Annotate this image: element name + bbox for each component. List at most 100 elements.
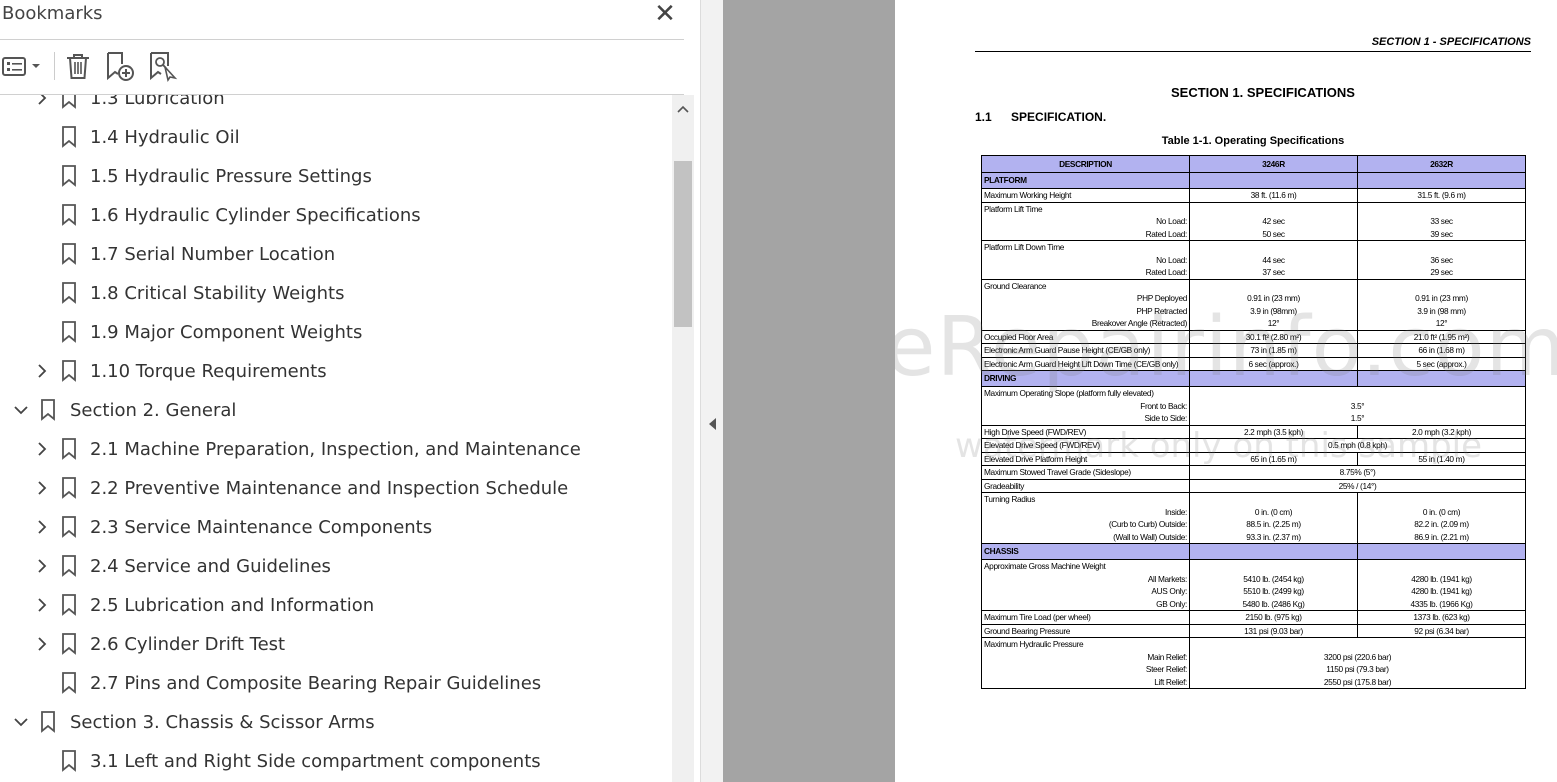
cell-line: Steer Relief: xyxy=(1145,664,1187,674)
bookmark-item[interactable]: 1.3 Lubrication xyxy=(0,95,672,118)
value-cell-3246r: 2.2 mph (3.5 kph) xyxy=(1189,424,1358,439)
bookmark-item[interactable]: 1.6 Hydraulic Cylinder Specifications xyxy=(0,196,672,235)
chevron-right-icon[interactable] xyxy=(33,95,51,107)
bookmark-item[interactable]: 1.8 Critical Stability Weights xyxy=(0,274,672,313)
bookmark-label: 2.6 Cylinder Drift Test xyxy=(90,634,286,655)
collapse-panel-button[interactable] xyxy=(707,416,719,432)
bookmark-icon xyxy=(61,750,77,772)
header-rule xyxy=(975,51,1531,52)
description-cell: Maximum Hydraulic Pressure Main Relief: St… xyxy=(981,637,1190,689)
scroll-up-button[interactable] xyxy=(672,101,694,117)
chevron-right-icon[interactable] xyxy=(33,596,51,614)
panel-splitter[interactable] xyxy=(700,0,723,782)
cell-line: Rated Load: xyxy=(1145,267,1188,277)
column-header: DESCRIPTION xyxy=(981,155,1190,173)
value-cell-2632r: 4280 lb. (1941 kg) 4280 lb. (1941 kg) 4335… xyxy=(1357,559,1526,611)
section-fill xyxy=(1189,370,1358,387)
cell-line: 39 sec xyxy=(1430,228,1453,239)
close-panel-button[interactable]: ✕ xyxy=(652,0,678,27)
cell-line: 30.1 ft² (2.80 m²) xyxy=(1245,331,1302,342)
chevron-right-icon[interactable] xyxy=(33,440,51,458)
find-bookmark-icon xyxy=(150,52,178,82)
value-cell-3246r: 2150 lb. (975 kg) xyxy=(1189,610,1358,625)
bookmark-item[interactable]: 2.4 Service and Guidelines xyxy=(0,547,672,586)
chevron-right-icon[interactable] xyxy=(33,479,51,497)
new-bookmark-button[interactable] xyxy=(104,50,136,82)
column-header: 2632R xyxy=(1357,155,1526,173)
cell-line: 6 sec (approx.) xyxy=(1248,358,1299,369)
cell-line: 82.2 in. (2.09 m) xyxy=(1414,519,1469,529)
bookmark-item[interactable]: 2.1 Machine Preparation, Inspection, and… xyxy=(0,430,672,469)
bookmark-item[interactable]: 1.10 Torque Requirements xyxy=(0,352,672,391)
description-cell: Ground Clearance PHP Deployed PHP Retracte… xyxy=(981,278,1190,331)
bookmark-item[interactable]: 2.7 Pins and Composite Bearing Repair Gu… xyxy=(0,664,672,703)
description-cell: Maximum Operating Slope (platform fully … xyxy=(981,386,1190,426)
description-text: Electronic Arm Guard Height Lift Down Ti… xyxy=(984,358,1179,369)
bookmark-item[interactable]: 2.2 Preventive Maintenance and Inspectio… xyxy=(0,469,672,508)
chevron-right-icon[interactable] xyxy=(33,635,51,653)
section-label: CHASSIS xyxy=(981,543,1190,560)
bookmark-item[interactable]: Section 2. General xyxy=(0,391,672,430)
value-cell-2632r: 21.0 ft² (1.95 m²) xyxy=(1357,329,1526,344)
bookmark-icon xyxy=(61,243,77,265)
options-menu-button[interactable] xyxy=(0,50,44,82)
table-row: Electronic Arm Guard Pause Height (CE/GB… xyxy=(981,343,1526,358)
description-cell: High Drive Speed (FWD/REV) xyxy=(981,424,1190,439)
bookmark-item[interactable]: 1.5 Hydraulic Pressure Settings xyxy=(0,157,672,196)
vertical-scrollbar[interactable] xyxy=(672,95,694,782)
value-cell-2632r: 66 in (1.68 m) xyxy=(1357,343,1526,358)
bookmark-item[interactable]: 2.5 Lubrication and Information xyxy=(0,586,672,625)
value-cell-3246r: 38 ft. (11.6 m) xyxy=(1189,188,1358,203)
bookmark-item[interactable]: 1.7 Serial Number Location xyxy=(0,235,672,274)
bookmark-item[interactable]: 1.4 Hydraulic Oil xyxy=(0,118,672,157)
description-text: Maximum Stowed Travel Grade (Sideslope) xyxy=(984,467,1131,477)
delete-bookmark-button[interactable] xyxy=(62,50,94,82)
bookmark-icon xyxy=(40,399,56,421)
panel-title: Bookmarks xyxy=(2,3,103,24)
chevron-down-icon[interactable] xyxy=(12,713,30,731)
bookmark-icon xyxy=(61,321,77,343)
bookmark-item[interactable]: Section 3. Chassis & Scissor Arms xyxy=(0,703,672,742)
bookmark-label: 1.6 Hydraulic Cylinder Specifications xyxy=(90,205,421,226)
value-cell-3246r: 30.1 ft² (2.80 m²) xyxy=(1189,329,1358,344)
chevron-right-icon[interactable] xyxy=(33,518,51,536)
cell-line: 3.9 in (98 mm) xyxy=(1417,305,1466,316)
cell-line: 66 in (1.68 m) xyxy=(1418,345,1465,355)
description-cell: Elevated Drive Speed (FWD/REV) xyxy=(981,438,1190,453)
section-fill xyxy=(1189,543,1358,560)
cell-line: 5510 lb. (2499 kg) xyxy=(1243,586,1304,596)
trash-icon xyxy=(67,54,89,79)
cell-line: 31.5 ft. (9.6 m) xyxy=(1417,190,1466,200)
table-row: Platform Lift Down Time No Load: Rated Loa… xyxy=(981,240,1526,280)
value-cell-3246r: 0.91 in (23 mm) 3.9 in (98mm) 12° xyxy=(1189,278,1358,331)
scroll-thumb[interactable] xyxy=(674,161,692,327)
cell-line: 29 sec xyxy=(1430,267,1453,277)
bookmark-icon xyxy=(40,711,56,733)
bookmark-icon xyxy=(61,204,77,226)
bookmark-item[interactable]: 2.3 Service Maintenance Components xyxy=(0,508,672,547)
running-head: SECTION 1 - SPECIFICATIONS xyxy=(1371,36,1531,48)
chevron-right-icon[interactable] xyxy=(33,557,51,575)
bookmark-item[interactable]: 3.1 Left and Right Side compartment comp… xyxy=(0,742,672,781)
section-label: DRIVING xyxy=(981,370,1190,387)
bookmark-item[interactable]: 1.9 Major Component Weights xyxy=(0,313,672,352)
table-row: Electronic Arm Guard Height Lift Down Ti… xyxy=(981,356,1526,371)
value-cell-merged: 3200 psi (220.6 bar) 1150 psi (79.3 bar) 2… xyxy=(1189,637,1526,689)
value-cell-3246r: 6 sec (approx.) xyxy=(1189,356,1358,371)
cell-line: (Wall to Wall) Outside: xyxy=(1113,531,1187,542)
description-text: Occupied Floor Area xyxy=(984,331,1053,342)
bookmark-item[interactable]: 2.6 Cylinder Drift Test xyxy=(0,625,672,664)
chevron-right-icon[interactable] xyxy=(33,362,51,380)
cell-line: 0.5 mph (0.8 kph) xyxy=(1327,440,1388,450)
find-current-bookmark-button[interactable] xyxy=(146,50,178,82)
bookmark-tree[interactable]: 1.3 Lubrication 1.4 Hydraulic Oil 1.5 Hydr… xyxy=(0,95,672,782)
value-cell-3246r: 131 psi (9.03 bar) xyxy=(1189,623,1358,638)
bookmark-label: 1.3 Lubrication xyxy=(90,95,225,109)
description-cell: Turning Radius Inside: (Curb to Curb) Outs… xyxy=(981,492,1190,544)
bookmark-label: 2.3 Service Maintenance Components xyxy=(90,517,433,538)
cell-line: 21.0 ft² (1.95 m²) xyxy=(1413,331,1470,342)
value-cell-2632r: 2.0 mph (3.2 kph) xyxy=(1357,424,1526,439)
spec-table: DESCRIPTION 3246R 2632R PLATFORM Maximum … xyxy=(981,155,1526,689)
chevron-down-icon[interactable] xyxy=(12,401,30,419)
cell-line: Front to Back: xyxy=(1140,400,1187,411)
